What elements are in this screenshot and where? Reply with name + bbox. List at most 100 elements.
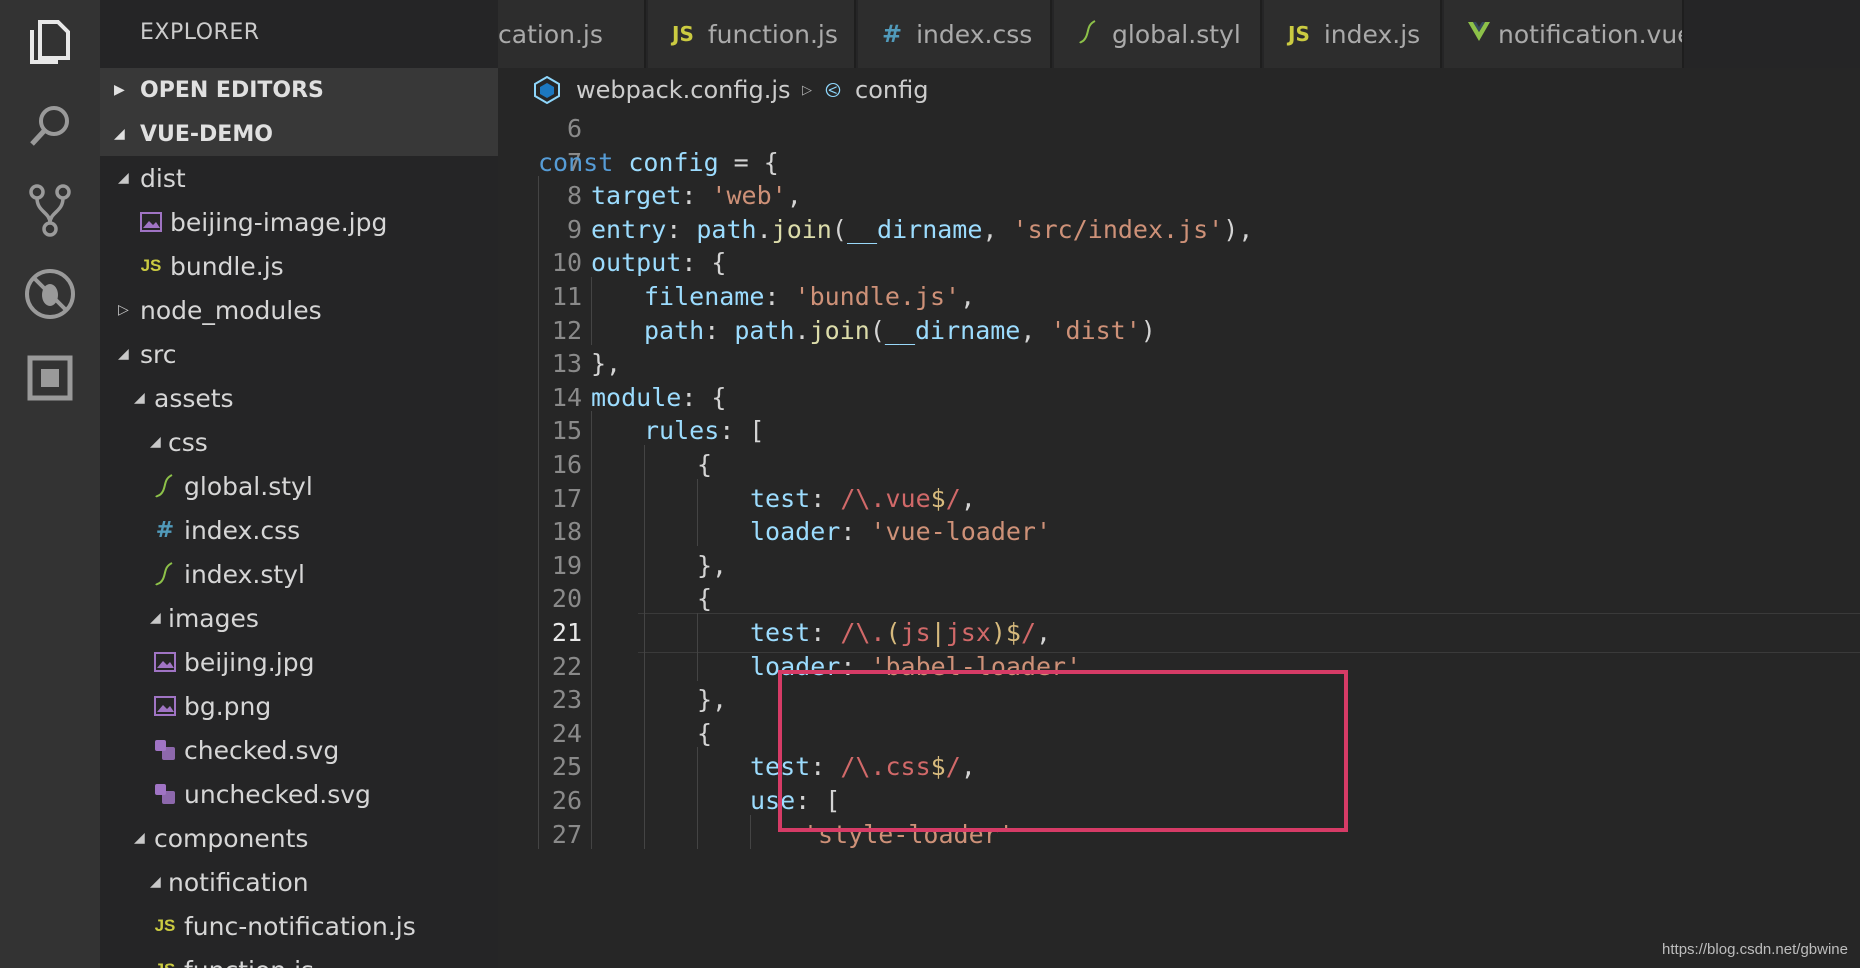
tree-item-label: css — [168, 427, 208, 457]
tree-file[interactable]: beijing-image.jpg — [100, 200, 498, 244]
tree-folder[interactable]: ◢ components — [100, 816, 498, 860]
indent-guide — [538, 512, 539, 547]
tree-file[interactable]: bg.png — [100, 684, 498, 728]
breadcrumb: webpack.config.js ▷ ⧀ config — [498, 68, 1860, 112]
tree-file[interactable]: JS bundle.js — [100, 244, 498, 288]
tree-file[interactable]: checked.svg — [100, 728, 498, 772]
code-token: path — [644, 315, 705, 345]
svg-file-icon — [152, 737, 178, 763]
indent-guide — [697, 646, 698, 681]
indent-guide — [538, 613, 539, 647]
tree-item-label: assets — [154, 383, 234, 413]
search-icon[interactable] — [20, 96, 80, 156]
svg-file-icon — [152, 781, 178, 807]
code-token: : — [666, 214, 697, 244]
tree-file[interactable]: beijing.jpg — [100, 640, 498, 684]
sidebar-title: EXPLORER — [140, 20, 260, 45]
chevron-down-icon: ◢ — [134, 390, 145, 406]
code-token: , — [1020, 315, 1051, 345]
tree-folder[interactable]: ◢ src — [100, 332, 498, 376]
code-token: , — [982, 214, 1013, 244]
code-token: . — [794, 315, 810, 345]
code-token: test — [750, 483, 811, 513]
indent-guide — [538, 344, 539, 379]
tree-folder[interactable]: ◢ images — [100, 596, 498, 640]
open-editors-section[interactable]: ▶ OPEN EDITORS — [100, 68, 498, 112]
indent-guide — [644, 646, 645, 681]
chevron-down-icon: ◢ — [134, 830, 145, 846]
editor-tab[interactable]: global.styl — [1054, 0, 1262, 68]
explorer-icon[interactable] — [20, 12, 80, 72]
tab-label: global.styl — [1112, 19, 1241, 49]
tree-folder[interactable]: ▷ node_modules — [100, 288, 498, 332]
extensions-icon[interactable] — [20, 348, 80, 408]
source-control-icon[interactable] — [20, 180, 80, 240]
editor-tab[interactable]: notification.vue — [1444, 0, 1684, 68]
tree-file[interactable]: JS func-notification.js — [100, 904, 498, 948]
code-token: 'bundle.js' — [794, 282, 961, 311]
tree-file[interactable]: # index.css — [100, 508, 498, 552]
indent-guide — [644, 680, 645, 715]
tree-folder[interactable]: ◢ notification — [100, 860, 498, 904]
editor-tab[interactable]: JS function.js — [648, 0, 856, 68]
editor-tab[interactable]: JS index.js — [1264, 0, 1442, 68]
indent-guide — [644, 445, 645, 479]
tree-file[interactable]: JS function.js — [100, 948, 498, 968]
code-token: test — [750, 618, 811, 647]
tree-item-label: unchecked.svg — [184, 779, 371, 809]
tree-folder[interactable]: ◢ dist — [100, 156, 498, 200]
indent-guide — [591, 680, 592, 715]
chevron-down-icon: ◢ — [118, 170, 129, 186]
code-token: : — [840, 517, 871, 547]
js-file-icon: JS — [154, 916, 176, 935]
tree-file[interactable]: unchecked.svg — [100, 772, 498, 816]
indent-guide — [591, 512, 592, 547]
indent-guide — [591, 713, 592, 748]
code-token: / — [945, 483, 961, 513]
code-token: }, — [591, 349, 622, 379]
code-token: loader — [750, 517, 841, 547]
indent-guide — [644, 781, 645, 815]
code-token: __dirname — [846, 214, 983, 244]
indent-guide — [644, 579, 645, 614]
js-file-icon: JS — [152, 957, 178, 968]
tab-label: notification.vue — [1498, 19, 1684, 49]
code-token: ), — [1223, 214, 1254, 244]
indent-guide — [538, 781, 539, 815]
breadcrumb-symbol[interactable]: config — [855, 76, 928, 104]
breadcrumb-file[interactable]: webpack.config.js — [576, 76, 791, 104]
indent-guide — [538, 377, 539, 412]
indent-guide — [538, 411, 539, 446]
code-token: : — [764, 282, 795, 311]
code-token: { — [697, 450, 713, 479]
tree-folder[interactable]: ◢ assets — [100, 376, 498, 420]
code-token: join — [771, 214, 832, 244]
code-token: /\.vue — [840, 483, 931, 513]
project-section[interactable]: ◢ VUE-DEMO — [100, 112, 498, 156]
tab-label: index.js — [1323, 19, 1421, 49]
tree-item-label: index.css — [184, 515, 301, 545]
image-file-icon — [152, 693, 178, 719]
code-token: const — [538, 147, 629, 177]
debug-icon[interactable] — [20, 264, 80, 324]
tree-folder[interactable]: ◢ css — [100, 420, 498, 464]
tree-file[interactable]: global.styl — [100, 464, 498, 508]
code-token: 'dist' — [1050, 315, 1141, 345]
editor-tab[interactable]: cation.js — [498, 0, 646, 68]
tab-bar: cation.js JS function.js # index.css global.s… — [498, 0, 1860, 68]
code-token: module — [591, 382, 682, 412]
indent-guide — [538, 209, 539, 244]
editor-tab[interactable]: # index.css — [858, 0, 1052, 68]
tab-label: index.css — [916, 19, 1033, 49]
indent-guide — [644, 545, 645, 580]
tab-label: cation.js — [498, 19, 603, 49]
tree-item-label: components — [154, 823, 309, 853]
code-token: : — [810, 618, 841, 647]
tree-item-label: bundle.js — [170, 251, 284, 281]
code-token: : — [810, 483, 841, 513]
code-token: { — [697, 584, 713, 614]
code-token: / — [1020, 618, 1037, 647]
code-editor[interactable]: 6 7 const config = {8 target: 'web', 9 entry:… — [498, 112, 1860, 968]
tree-file[interactable]: index.styl — [100, 552, 498, 596]
code-token: filename — [644, 282, 765, 311]
